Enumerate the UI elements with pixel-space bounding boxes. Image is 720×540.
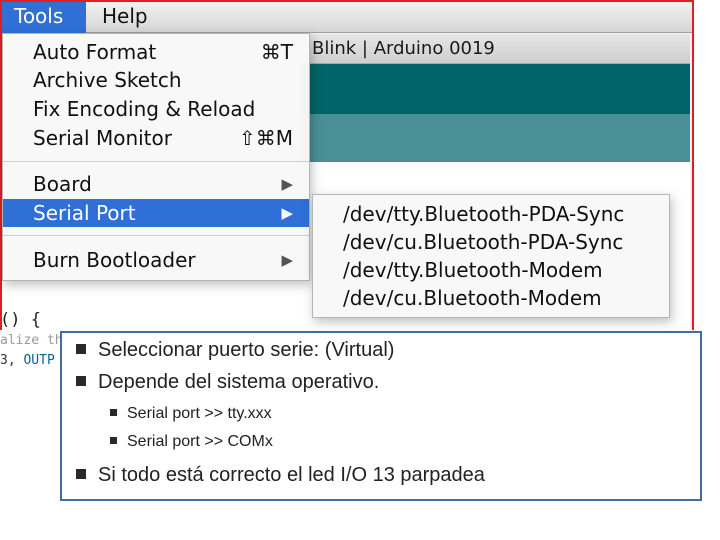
code-token: 3, <box>0 353 24 368</box>
code-keyword: OUTP <box>23 353 55 368</box>
ide-tab-bar <box>300 114 690 162</box>
triangle-right-icon: ▶ <box>281 251 293 269</box>
serial-port-option[interactable]: /dev/cu.Bluetooth-PDA-Sync <box>313 228 669 256</box>
bullet-text: Depende del sistema operativo. <box>98 371 380 393</box>
menu-tools[interactable]: Tools <box>0 0 86 33</box>
menu-item-fix-encoding[interactable]: Fix Encoding & Reload <box>3 95 309 123</box>
window-title: Blink | Arduino 0019 <box>312 38 495 59</box>
bullet-item: Seleccionar puerto serie: (Virtual) <box>76 339 394 362</box>
menu-separator <box>3 161 309 162</box>
square-bullet-icon <box>110 437 117 445</box>
ide-toolbar <box>300 64 690 114</box>
triangle-right-icon: ▶ <box>281 204 293 222</box>
menu-item-label: Archive Sketch <box>33 68 182 92</box>
code-comment-line: alize th <box>0 333 63 348</box>
serial-port-option[interactable]: /dev/tty.Bluetooth-PDA-Sync <box>313 200 669 228</box>
square-bullet-icon <box>110 409 117 417</box>
menu-item-serial-monitor[interactable]: Serial Monitor ⇧⌘M <box>3 124 309 152</box>
bullet-text: Serial port >> tty.xxx <box>127 405 272 422</box>
square-bullet-icon <box>76 375 86 386</box>
bullet-item: Si todo está correcto el led I/O 13 parp… <box>76 464 485 487</box>
sub-bullet-item: Serial port >> tty.xxx <box>110 405 272 423</box>
bullet-text: Si todo está correcto el led I/O 13 parp… <box>98 464 485 486</box>
menu-item-label: Serial Port <box>33 201 136 225</box>
serial-port-submenu: /dev/tty.Bluetooth-PDA-Sync /dev/cu.Blue… <box>312 194 670 318</box>
square-bullet-icon <box>76 343 86 354</box>
menu-item-label: Board <box>33 172 92 196</box>
menu-separator <box>3 235 309 236</box>
menu-help[interactable]: Help <box>88 0 162 33</box>
sub-bullet-item: Serial port >> COMx <box>110 433 273 451</box>
tools-dropdown-menu: Auto Format ⌘T Archive Sketch Fix Encodi… <box>2 33 310 281</box>
menu-item-archive-sketch[interactable]: Archive Sketch <box>3 66 309 94</box>
menu-item-serial-port[interactable]: Serial Port ▶ <box>3 199 309 227</box>
code-line: () { <box>0 310 41 330</box>
menu-bar: Tools Help <box>0 0 694 33</box>
triangle-right-icon: ▶ <box>281 175 293 193</box>
menu-item-shortcut: ⇧⌘M <box>238 126 293 150</box>
code-line: 3, OUTP <box>0 353 55 368</box>
menu-item-auto-format[interactable]: Auto Format ⌘T <box>3 38 309 66</box>
serial-port-option[interactable]: /dev/tty.Bluetooth-Modem <box>313 256 669 284</box>
bullet-text: Seleccionar puerto serie: (Virtual) <box>98 339 395 361</box>
menu-item-shortcut: ⌘T <box>260 40 293 64</box>
menu-item-label: Auto Format <box>33 40 157 64</box>
menu-item-burn-bootloader[interactable]: Burn Bootloader ▶ <box>3 246 309 274</box>
menu-item-label: Fix Encoding & Reload <box>33 97 256 121</box>
menu-item-board[interactable]: Board ▶ <box>3 170 309 198</box>
bullet-text: Serial port >> COMx <box>127 433 273 450</box>
square-bullet-icon <box>76 468 86 479</box>
slide: Blink | Arduino 0019 () { alize th 3, OU… <box>0 0 720 540</box>
serial-port-option[interactable]: /dev/cu.Bluetooth-Modem <box>313 284 669 312</box>
annotation-box: Seleccionar puerto serie: (Virtual) Depe… <box>60 331 702 501</box>
menu-item-label: Serial Monitor <box>33 126 172 150</box>
menu-item-label: Burn Bootloader <box>33 248 196 272</box>
bullet-item: Depende del sistema operativo. <box>76 371 379 394</box>
